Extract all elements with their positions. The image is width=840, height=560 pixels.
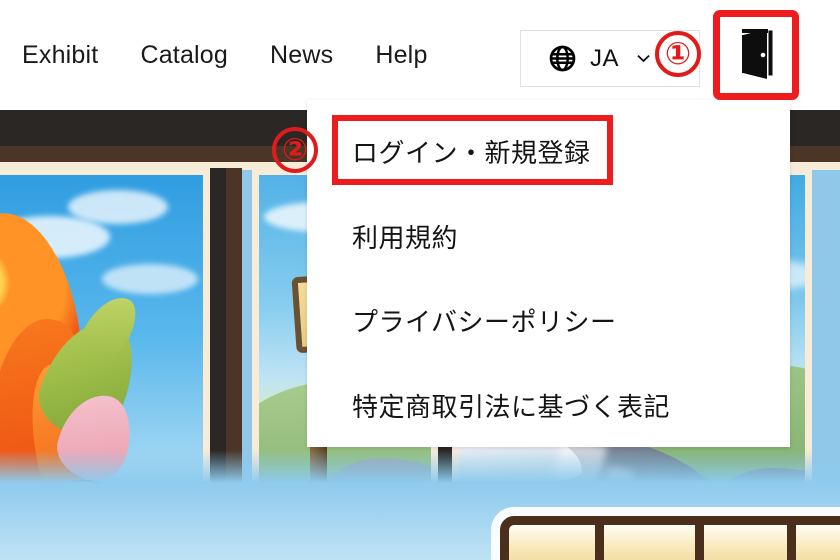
menu-item-commercial-transactions[interactable]: 特定商取引法に基づく表記 — [352, 387, 670, 424]
language-code-label: JA — [590, 44, 620, 72]
nav-link-news[interactable]: News — [270, 41, 333, 70]
nav-link-exhibit[interactable]: Exhibit — [22, 41, 98, 70]
game-logo-wordmark — [500, 516, 840, 560]
card-divider-pillar — [226, 168, 242, 560]
card-divider-pillar — [210, 168, 226, 560]
logo-letter-divider — [787, 525, 796, 560]
language-selector[interactable]: JA — [520, 30, 700, 87]
cloud-shape — [68, 190, 168, 224]
site-header: Exhibit Catalog News Help JA — [0, 0, 840, 110]
logo-letter-divider — [595, 525, 604, 560]
menu-item-terms-of-use[interactable]: 利用規約 — [352, 218, 458, 255]
menu-item-login-register[interactable]: ログイン・新規登録 — [352, 133, 591, 170]
cloud-shape — [102, 264, 198, 294]
nav-link-catalog[interactable]: Catalog — [140, 41, 228, 70]
logo-letter-divider — [695, 525, 704, 560]
door-open-icon — [742, 29, 773, 79]
account-door-button[interactable] — [722, 18, 790, 90]
app-screen: Exhibit Catalog News Help JA ログイン・新規登録 利… — [0, 0, 840, 560]
menu-item-privacy-policy[interactable]: プライバシーポリシー — [352, 302, 616, 339]
chevron-down-icon — [637, 54, 650, 63]
nav-link-help[interactable]: Help — [375, 41, 427, 70]
card-artwork-left — [0, 168, 210, 560]
globe-icon — [549, 45, 576, 72]
account-dropdown-menu: ログイン・新規登録 利用規約 プライバシーポリシー 特定商取引法に基づく表記 — [307, 100, 790, 447]
main-navigation: Exhibit Catalog News Help — [22, 41, 428, 70]
